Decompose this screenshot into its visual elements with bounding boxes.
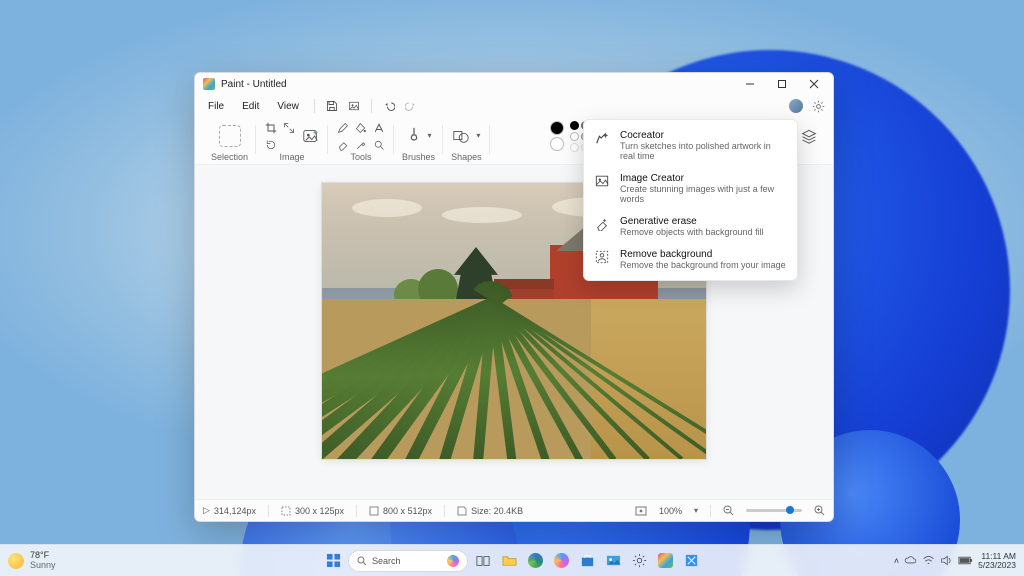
paint-app-icon: [203, 78, 215, 90]
minimize-button[interactable]: [735, 74, 765, 94]
text-icon[interactable]: [372, 121, 386, 135]
weather-widget[interactable]: 78°F Sunny: [8, 551, 56, 570]
redo-button[interactable]: [402, 97, 420, 115]
tb-store-icon[interactable]: [576, 550, 598, 572]
fit-screen-icon[interactable]: [635, 505, 647, 517]
taskbar: 78°F Sunny Search ˄: [0, 544, 1024, 576]
image-creator-icon: [594, 173, 610, 189]
undo-button[interactable]: [380, 97, 398, 115]
rotate-icon[interactable]: [264, 138, 278, 152]
tray-clock[interactable]: 11:11 AM 5/23/2023: [978, 552, 1016, 570]
spacer-icon: [282, 138, 296, 152]
sun-icon: [8, 553, 24, 569]
tb-explorer-icon[interactable]: [498, 550, 520, 572]
settings-gear-icon[interactable]: [809, 97, 827, 115]
dd-remove-background[interactable]: Remove backgroundRemove the background f…: [584, 243, 797, 276]
group-label-selection: Selection: [211, 152, 248, 162]
crop-icon[interactable]: [264, 121, 278, 135]
maximize-button[interactable]: [767, 74, 797, 94]
generative-erase-icon: [594, 216, 610, 232]
zoom-out-icon[interactable]: [723, 505, 734, 516]
tray-date: 5/23/2023: [978, 561, 1016, 570]
window-title: Paint - Untitled: [221, 79, 287, 90]
group-image: Image: [256, 121, 328, 162]
group-selection: Selection: [203, 121, 256, 162]
eyedropper-icon[interactable]: [354, 138, 368, 152]
menu-edit[interactable]: Edit: [235, 99, 266, 114]
dd-image-creator[interactable]: Image CreatorCreate stunning images with…: [584, 167, 797, 210]
search-placeholder: Search: [372, 556, 401, 566]
status-size: Size: 20.4KB: [471, 506, 523, 516]
play-icon: ▷: [203, 505, 210, 516]
tb-paint-icon[interactable]: [654, 550, 676, 572]
import-button[interactable]: [345, 97, 363, 115]
copilot-dropdown: CocreatorTurn sketches into polished art…: [583, 119, 798, 281]
layers-icon[interactable]: [801, 128, 817, 144]
tb-edge-icon[interactable]: [524, 550, 546, 572]
menu-view[interactable]: View: [270, 99, 306, 114]
secondary-color-swatch[interactable]: [550, 137, 564, 151]
copilot-search-icon: [447, 555, 459, 567]
magnifier-icon[interactable]: [372, 138, 386, 152]
group-shapes: ▾ Shapes: [443, 121, 490, 162]
tray-onedrive-icon[interactable]: [904, 554, 917, 567]
search-icon: [357, 556, 367, 566]
group-label-image: Image: [280, 152, 305, 162]
tb-copilot-icon[interactable]: [550, 550, 572, 572]
selection-size-icon: [281, 506, 291, 516]
fill-icon[interactable]: [354, 121, 368, 135]
cocreator-icon: [594, 130, 610, 146]
chevron-down-icon[interactable]: ▾: [428, 131, 432, 140]
shapes-icon[interactable]: [452, 127, 470, 145]
group-brushes: ▾ Brushes: [394, 121, 443, 162]
menubar: File Edit View: [195, 95, 833, 117]
group-tools: Tools: [328, 121, 394, 162]
paint-window: Paint - Untitled File Edit View: [194, 72, 834, 522]
group-label-brushes: Brushes: [402, 152, 435, 162]
close-button[interactable]: [799, 74, 829, 94]
task-view-icon[interactable]: [472, 550, 494, 572]
tray-volume-icon[interactable]: [940, 554, 953, 567]
primary-color-swatch[interactable]: [550, 121, 564, 135]
status-selection: 300 x 125px: [295, 506, 344, 516]
ai-image-icon[interactable]: [302, 127, 320, 145]
dd-cocreator[interactable]: CocreatorTurn sketches into polished art…: [584, 124, 797, 167]
tray-battery-icon[interactable]: [958, 555, 973, 566]
account-icon[interactable]: [787, 97, 805, 115]
zoom-in-icon[interactable]: [814, 505, 825, 516]
menu-file[interactable]: File: [201, 99, 231, 114]
desktop: Paint - Untitled File Edit View: [0, 0, 1024, 576]
canvas-size-icon: [369, 506, 379, 516]
status-pointer: 314,124px: [214, 506, 256, 516]
chevron-down-icon[interactable]: ▾: [476, 131, 480, 140]
status-canvas: 800 x 512px: [383, 506, 432, 516]
titlebar[interactable]: Paint - Untitled: [195, 73, 833, 95]
eraser-icon[interactable]: [336, 138, 350, 152]
statusbar: ▷ 314,124px 300 x 125px 800 x 512px Size:…: [195, 499, 833, 521]
start-button[interactable]: [322, 550, 344, 572]
tb-settings-icon[interactable]: [628, 550, 650, 572]
select-tool-icon[interactable]: [219, 125, 241, 147]
dd-generative-erase[interactable]: Generative eraseRemove objects with back…: [584, 210, 797, 243]
brush-icon[interactable]: [406, 126, 422, 146]
tb-snip-icon[interactable]: [680, 550, 702, 572]
color-swatch-empty[interactable]: [570, 143, 579, 152]
weather-desc: Sunny: [30, 561, 56, 570]
remove-background-icon: [594, 249, 610, 265]
tb-photos-icon[interactable]: [602, 550, 624, 572]
pencil-icon[interactable]: [336, 121, 350, 135]
disk-icon: [457, 506, 467, 516]
tray-chevron-up-icon[interactable]: ˄: [894, 556, 899, 566]
color-swatch[interactable]: [570, 121, 579, 130]
tray-wifi-icon[interactable]: [922, 554, 935, 567]
zoom-slider[interactable]: [746, 509, 802, 512]
chevron-down-icon[interactable]: ▾: [694, 506, 698, 515]
save-button[interactable]: [323, 97, 341, 115]
status-zoom: 100%: [659, 506, 682, 516]
resize-icon[interactable]: [282, 121, 296, 135]
group-label-tools: Tools: [351, 152, 372, 162]
color-swatch[interactable]: [570, 132, 579, 141]
taskbar-search[interactable]: Search: [348, 550, 468, 572]
group-label-shapes: Shapes: [451, 152, 482, 162]
